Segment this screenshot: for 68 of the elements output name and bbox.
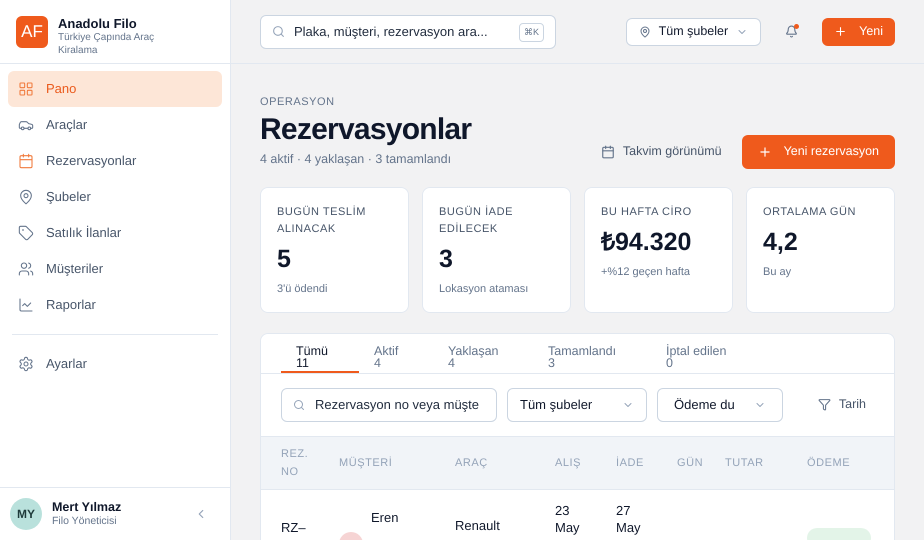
user-name: Mert Yılmaz xyxy=(52,500,122,516)
user-avatar: MY xyxy=(10,498,42,530)
brand-name: Anadolu Filo xyxy=(58,16,138,32)
column-header: REZ. NO xyxy=(281,446,310,480)
settings-icon xyxy=(18,356,34,372)
nav-item[interactable]: Ayarlar xyxy=(8,346,222,382)
column-header: TUTAR xyxy=(725,456,765,470)
filter-icon xyxy=(818,398,831,412)
tag-icon xyxy=(18,225,34,241)
column-header: ALIŞ xyxy=(555,456,582,470)
shortcut-key: ⌘K xyxy=(518,22,544,42)
column-header: MÜŞTERİ xyxy=(339,456,394,470)
filter-tab[interactable]: Aktif 4 xyxy=(359,334,433,373)
line-chart-icon xyxy=(18,297,34,313)
calendar-icon xyxy=(600,144,615,159)
stat-note: Bu ay xyxy=(763,265,792,280)
plus-icon xyxy=(758,144,772,159)
column-header: İADE xyxy=(616,456,645,470)
branch-selector[interactable]: Tüm şubeler xyxy=(626,18,762,46)
page-title: Rezervasyonlar xyxy=(260,112,472,148)
search-icon xyxy=(272,24,285,38)
column-header: GÜN xyxy=(677,456,704,470)
nav-item[interactable]: Raporlar xyxy=(8,287,222,323)
column-header: ÖDEME xyxy=(807,456,852,470)
stat-label: BUGÜN TESLİM ALINACAK xyxy=(277,204,367,237)
filter-tab[interactable]: Yaklaşan 4 xyxy=(433,334,533,373)
stat-label: ORTALAMA GÜN xyxy=(763,204,857,220)
plus-icon xyxy=(834,25,848,38)
search-icon xyxy=(293,398,305,411)
reservation-search-field[interactable]: Rezervasyon no veya müşte xyxy=(281,388,497,422)
filter-tab[interactable]: Tümü 11 xyxy=(281,334,359,373)
filter-tab[interactable]: Tamamlandı 3 xyxy=(533,334,651,373)
stat-value: ₺94.320 xyxy=(601,226,692,258)
stat-label: BU HAFTA CİRO xyxy=(601,204,693,220)
payment-filter[interactable]: Ödeme du xyxy=(657,388,783,422)
nav-item[interactable]: Araçlar xyxy=(8,107,222,143)
brand-logo: AF xyxy=(16,16,48,48)
user-role: Filo Yöneticisi xyxy=(52,515,118,528)
calendar-icon xyxy=(18,153,34,169)
table-cell-text: Renault xyxy=(455,516,501,535)
brand-tagline: Türkiye Çapında Araç Kiralama xyxy=(58,32,156,58)
stat-value: 4,2 xyxy=(763,226,799,258)
table-cell-text: Eren xyxy=(371,508,398,527)
stat-note: Lokasyon ataması xyxy=(439,282,530,297)
stat-value: 5 xyxy=(277,244,292,275)
stat-note: +%12 geçen hafta xyxy=(601,265,691,280)
branch-filter[interactable]: Tüm şubeler xyxy=(507,388,647,422)
table-cell-text: 27 May xyxy=(616,502,642,536)
nav-item[interactable]: Satılık İlanlar xyxy=(8,215,222,251)
location-pin-icon xyxy=(18,189,34,205)
page-eyebrow: OPERASYON xyxy=(260,95,336,110)
column-header: ARAÇ xyxy=(455,456,489,470)
stat-note: 3'ü ödendi xyxy=(277,282,328,297)
page-subtitle: 4 aktif · 4 yaklaşan · 3 tamamlandı xyxy=(260,151,452,168)
stat-value: 3 xyxy=(439,244,454,275)
grid-icon xyxy=(18,81,34,97)
stat-label: BUGÜN İADE EDİLECEK xyxy=(439,204,514,237)
nav-item[interactable]: Müşteriler xyxy=(8,251,222,287)
bell-icon xyxy=(785,25,798,38)
users-icon xyxy=(18,261,34,277)
nav-item[interactable]: Şubeler xyxy=(8,179,222,215)
calendar-view-button[interactable]: Takvim görünümü xyxy=(600,142,722,162)
table-cell-text: RZ– xyxy=(281,518,307,537)
table-cell-text: 23 May xyxy=(555,502,581,536)
date-filter[interactable]: Tarih xyxy=(818,395,866,414)
nav-item[interactable]: Rezervasyonlar xyxy=(8,143,222,179)
location-pin-icon xyxy=(638,26,651,38)
filter-tab[interactable]: İptal edilen 0 xyxy=(651,334,769,373)
